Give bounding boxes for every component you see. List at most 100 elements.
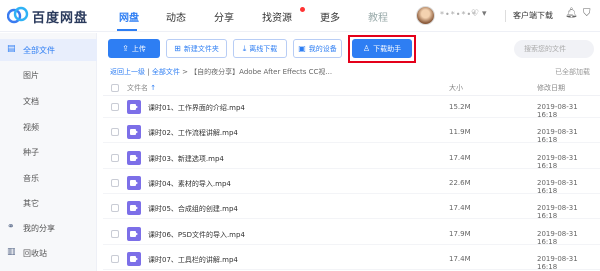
sidebar-item-recycle-bin[interactable]: ▥ 回收站 (0, 242, 97, 264)
folder-icon: ▤ (7, 44, 16, 54)
sidebar-item-label: 文档 (23, 97, 39, 106)
video-file-icon (127, 251, 141, 266)
tab-find-resources[interactable]: 找资源 (262, 9, 292, 24)
my-devices-button[interactable]: ▣ 我的设备 (293, 39, 342, 58)
row-checkbox[interactable] (111, 254, 119, 263)
client-download-link[interactable]: 客户端下载 (513, 10, 553, 21)
breadcrumb-all-files-link[interactable]: 全部文件 (152, 68, 180, 76)
offline-download-button[interactable]: ⤓ 离线下载 (233, 39, 287, 58)
breadcrumb: 返回上一级 | 全部文件 > 【自的夜分享】Adobe After Effect… (110, 67, 332, 77)
file-modified-date: 2019-08-31 16:18 (537, 229, 578, 246)
baidu-cloud-logo-icon[interactable] (7, 6, 29, 24)
sidebar-item-label: 其它 (23, 199, 39, 208)
breadcrumb-back-link[interactable]: 返回上一级 (110, 68, 145, 76)
video-file-icon (127, 201, 141, 216)
file-name[interactable]: 课时01、工作界面的介绍.mp4 (148, 103, 245, 113)
sidebar-item-label: 图片 (23, 71, 39, 80)
table-row[interactable]: 课时07、工具栏的讲解.mp4 17.4M 2019-08-31 16:18 (103, 248, 600, 271)
upload-button[interactable]: ⇪ 上传 (108, 39, 160, 58)
sidebar-item-label: 音乐 (23, 174, 39, 183)
tab-share[interactable]: 分享 (214, 9, 234, 24)
row-checkbox[interactable] (111, 128, 119, 137)
file-modified-date: 2019-08-31 16:18 (537, 178, 578, 195)
file-size: 17.9M (449, 229, 471, 238)
file-size: 22.6M (449, 178, 471, 187)
column-header-modified[interactable]: 修改日期 (537, 83, 565, 93)
sort-arrow-icon: ↑ (150, 84, 157, 92)
notification-dot (300, 7, 305, 12)
file-modified-date: 2019-08-31 16:18 (537, 254, 578, 271)
table-row[interactable]: 课时01、工作界面的介绍.mp4 15.2M 2019-08-31 16:18 (103, 96, 600, 119)
sidebar-item-my-shares[interactable]: ⚭ 我的分享 (0, 217, 97, 239)
table-row[interactable]: 课时04、素材的导入.mp4 22.6M 2019-08-31 16:18 (103, 172, 600, 195)
trash-icon: ▥ (7, 247, 16, 257)
video-file-icon (127, 175, 141, 190)
file-name[interactable]: 课时06、PSD文件的导入.mp4 (148, 230, 245, 240)
sidebar-item-label: 全部文件 (23, 46, 55, 55)
upload-icon: ⇪ (122, 44, 129, 53)
highlight-box (348, 35, 416, 63)
video-file-icon (127, 125, 141, 140)
header-divider (505, 10, 506, 22)
sidebar-item-label: 种子 (23, 148, 39, 157)
sidebar-item-documents[interactable]: 文档 (0, 90, 97, 112)
file-size: 17.4M (449, 204, 471, 213)
file-name[interactable]: 课时05、合成组的创建.mp4 (148, 204, 238, 214)
column-header-size[interactable]: 大小 (449, 83, 463, 93)
download-icon: ⤓ (242, 44, 247, 53)
table-row[interactable]: 课时05、合成组的创建.mp4 17.4M 2019-08-31 16:18 (103, 197, 600, 221)
search-input[interactable]: 搜索您的文件 (514, 40, 594, 58)
file-name[interactable]: 课时07、工具栏的讲解.mp4 (148, 255, 238, 265)
tab-activity[interactable]: 动态 (166, 9, 186, 24)
select-all-checkbox[interactable] (111, 84, 119, 92)
sidebar: ▤ 全部文件 图片 文档 视频 种子 音乐 其它 ⚭ 我的分享 ▥ 回收站 (0, 33, 97, 271)
sidebar-item-torrents[interactable]: 种子 (0, 141, 97, 163)
file-size: 17.4M (449, 153, 471, 162)
table-row[interactable]: 课时03、新建选项.mp4 17.4M 2019-08-31 16:18 (103, 147, 600, 170)
heart-icon: ♡ (471, 9, 480, 19)
file-name[interactable]: 课时04、素材的导入.mp4 (148, 179, 231, 189)
row-checkbox[interactable] (111, 229, 119, 238)
skin-icon[interactable]: ⛉ (583, 8, 591, 19)
bell-icon[interactable]: 🔔︎ (565, 8, 578, 19)
sidebar-item-music[interactable]: 音乐 (0, 167, 97, 189)
file-modified-date: 2019-08-31 16:18 (537, 103, 578, 119)
row-checkbox[interactable] (111, 103, 119, 111)
sidebar-item-label: 视频 (23, 123, 39, 132)
file-name[interactable]: 课时03、新建选项.mp4 (148, 154, 224, 164)
active-tab-indicator (117, 29, 137, 31)
sidebar-item-videos[interactable]: 视频 (0, 116, 97, 138)
sidebar-item-other[interactable]: 其它 (0, 192, 97, 214)
user-menu-icons[interactable]: ♡ ▾ (471, 9, 486, 19)
video-file-icon (127, 150, 141, 165)
table-row[interactable]: 课时06、PSD文件的导入.mp4 17.9M 2019-08-31 16:18 (103, 223, 600, 246)
table-row[interactable]: 课时02、工作流程讲解.mp4 11.9M 2019-08-31 16:18 (103, 121, 600, 145)
file-modified-date: 2019-08-31 16:18 (537, 153, 578, 170)
file-modified-date: 2019-08-31 16:18 (537, 128, 578, 145)
file-size: 11.9M (449, 128, 471, 137)
column-header-name[interactable]: 文件名 ↑ (127, 83, 156, 93)
sidebar-item-all-files[interactable]: ▤ 全部文件 (0, 39, 97, 61)
file-name[interactable]: 课时02、工作流程讲解.mp4 (148, 128, 238, 138)
row-checkbox[interactable] (111, 178, 119, 187)
top-nav-bar: 百度网盘 网盘 动态 分享 找资源 更多 教程 *•*•*•* ♡ ▾ 客户端下… (0, 0, 600, 32)
sidebar-item-label: 回收站 (23, 249, 47, 258)
file-modified-date: 2019-08-31 16:18 (537, 204, 578, 221)
sidebar-item-images[interactable]: 图片 (0, 64, 97, 86)
row-checkbox[interactable] (111, 204, 119, 213)
row-checkbox[interactable] (111, 153, 119, 162)
loaded-status: 已全部加载 (555, 68, 590, 76)
new-folder-icon: ⊞ (174, 44, 181, 53)
tab-more[interactable]: 更多 (320, 9, 340, 24)
share-icon: ⚭ (7, 222, 15, 232)
avatar[interactable] (416, 6, 435, 25)
device-icon: ▣ (298, 44, 306, 53)
tab-netdisk[interactable]: 网盘 (119, 9, 139, 24)
new-folder-button[interactable]: ⊞ 新建文件夹 (166, 39, 227, 58)
file-table-header: 文件名 ↑ 大小 修改日期 (103, 80, 600, 96)
brand-name: 百度网盘 (32, 11, 89, 26)
file-size: 15.2M (449, 103, 471, 111)
video-file-icon (127, 100, 141, 114)
tab-tutorial[interactable]: 教程 (368, 9, 388, 24)
breadcrumb-separator: | (147, 68, 150, 76)
